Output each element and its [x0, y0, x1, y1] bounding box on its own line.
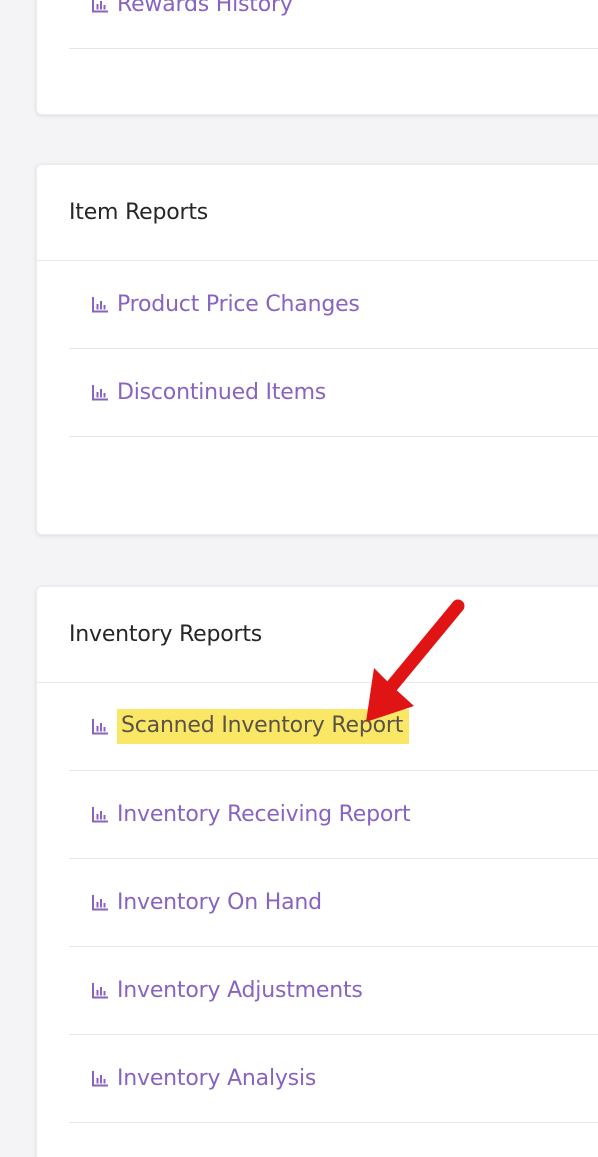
bar-chart-icon [92, 1070, 108, 1086]
list-item-inventory-adjustments[interactable]: Inventory Adjustments [69, 947, 598, 1035]
list-item-rewards-history[interactable]: Rewards History [69, 0, 598, 49]
bar-chart-icon [92, 0, 108, 12]
list-item-label: Inventory Adjustments [117, 978, 363, 1003]
rewards-list: Rewards History [37, 0, 598, 49]
card-header: Item Reports [37, 165, 598, 261]
item-reports-list: Product Price Changes Discontinued Items [37, 261, 598, 437]
item-reports-title: Item Reports [69, 200, 209, 225]
bar-chart-icon [92, 982, 108, 998]
list-item-product-price-changes[interactable]: Product Price Changes [69, 261, 598, 349]
list-item-label: Rewards History [117, 0, 293, 17]
list-item-inventory-on-hand[interactable]: Inventory On Hand [69, 859, 598, 947]
rewards-card: Rewards History [36, 0, 598, 115]
list-item-inventory-analysis[interactable]: Inventory Analysis [69, 1035, 598, 1123]
list-item-label: Discontinued Items [117, 380, 327, 405]
list-item-label: Product Price Changes [117, 292, 360, 317]
inventory-reports-list: Scanned Inventory Report Inventory Recei… [37, 683, 598, 1123]
item-reports-card: Item Reports Product Price Changes Disco… [36, 164, 598, 535]
list-item-label: Inventory Receiving Report [117, 802, 411, 827]
card-header: Inventory Reports [37, 587, 598, 683]
list-item-discontinued-items[interactable]: Discontinued Items [69, 349, 598, 437]
list-item-label-highlighted: Scanned Inventory Report [117, 709, 410, 744]
bar-chart-icon [92, 718, 108, 734]
list-item-label: Inventory Analysis [117, 1066, 317, 1091]
bar-chart-icon [92, 806, 108, 822]
list-item-inventory-receiving-report[interactable]: Inventory Receiving Report [69, 771, 598, 859]
inventory-reports-title: Inventory Reports [69, 622, 263, 647]
list-item-label: Inventory On Hand [117, 890, 322, 915]
bar-chart-icon [92, 894, 108, 910]
list-item-scanned-inventory-report[interactable]: Scanned Inventory Report [69, 683, 598, 771]
bar-chart-icon [92, 384, 108, 400]
bar-chart-icon [92, 296, 108, 312]
inventory-reports-card: Inventory Reports Scanned Inventory Repo… [36, 586, 598, 1157]
